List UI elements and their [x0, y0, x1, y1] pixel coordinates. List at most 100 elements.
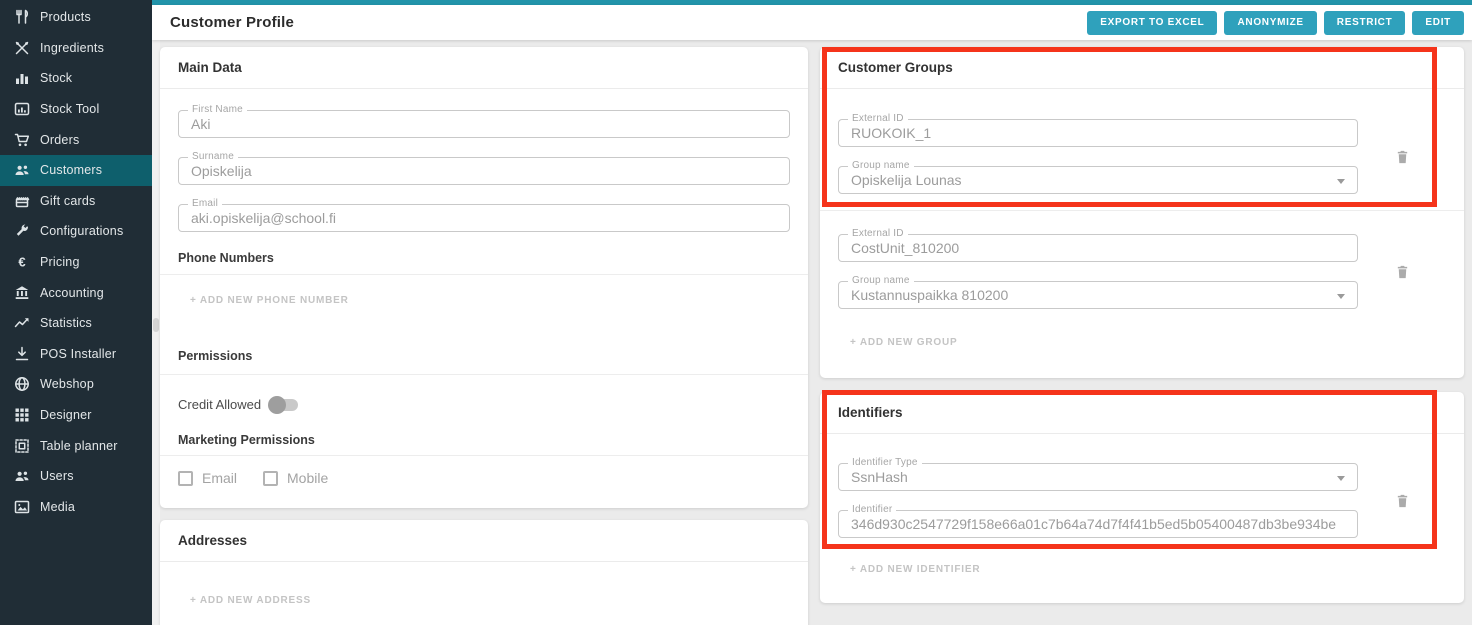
sidebar-item-pricing[interactable]: €Pricing: [0, 247, 152, 278]
field-label: Identifier Type: [848, 457, 922, 468]
external-id-field[interactable]: External ID RUOKOIK_1: [838, 119, 1358, 147]
add-address-link[interactable]: + ADD NEW ADDRESS: [190, 595, 311, 606]
field-label: External ID: [848, 228, 908, 239]
sidebar-item-customers[interactable]: Customers: [0, 155, 152, 186]
group-name-select[interactable]: Group name Kustannuspaikka 810200: [838, 281, 1358, 309]
euro-icon: €: [13, 254, 30, 271]
field-label: Group name: [848, 275, 914, 286]
globe-icon: [13, 376, 30, 393]
trash-icon: [1395, 493, 1410, 509]
identifier-field[interactable]: Identifier 346d930c2547729f158e66a01c7b6…: [838, 510, 1358, 538]
delete-group-button[interactable]: [1391, 260, 1414, 284]
addresses-card: Addresses + ADD NEW ADDRESS: [160, 520, 808, 625]
marketing-mobile-checkbox[interactable]: Mobile: [263, 470, 328, 486]
main-data-card: Main Data First Name Aki Surname Opiskel…: [160, 47, 808, 508]
download-icon: [13, 345, 30, 362]
sidebar-item-ingredients[interactable]: Ingredients: [0, 33, 152, 64]
trend-icon: [13, 315, 30, 332]
vertical-scrollbar[interactable]: [152, 40, 160, 625]
add-phone-number-link[interactable]: + ADD NEW PHONE NUMBER: [190, 295, 349, 306]
field-value: Opiskelija: [179, 158, 789, 184]
field-label: Group name: [848, 160, 914, 171]
trash-icon: [1395, 149, 1410, 165]
trash-icon: [1395, 264, 1410, 280]
people-icon: [13, 468, 30, 485]
card-title: Identifiers: [820, 392, 1464, 434]
wrench-icon: [13, 223, 30, 240]
sidebar: Products Ingredients Stock Stock Tool Or…: [0, 0, 152, 625]
chevron-down-icon: [1337, 476, 1345, 481]
card-title: Main Data: [160, 47, 808, 89]
image-icon: [13, 498, 30, 515]
card-title: Customer Groups: [820, 47, 1464, 89]
crossed-utensils-icon: [13, 39, 30, 56]
grid-icon: [13, 407, 30, 424]
delete-identifier-button[interactable]: [1391, 489, 1414, 513]
chevron-down-icon: [1337, 294, 1345, 299]
phone-numbers-heading: Phone Numbers: [178, 251, 790, 274]
sidebar-item-table-planner[interactable]: Table planner: [0, 430, 152, 461]
checkbox-icon: [263, 471, 278, 486]
field-label: Email: [188, 198, 222, 209]
cart-icon: [13, 131, 30, 148]
field-value: Opiskelija Lounas: [839, 167, 1357, 193]
email-field[interactable]: Email aki.opiskelija@school.fi: [178, 204, 790, 232]
identifiers-card: Identifiers Identifier Type SsnHash Iden…: [820, 392, 1464, 603]
marketing-permissions-heading: Marketing Permissions: [178, 433, 790, 455]
add-group-link[interactable]: + ADD NEW GROUP: [850, 337, 957, 348]
identifier-row: Identifier Type SsnHash Identifier 346d9…: [820, 434, 1464, 538]
field-label: Surname: [188, 151, 238, 162]
content-area: Main Data First Name Aki Surname Opiskel…: [152, 40, 1472, 625]
field-value: 346d930c2547729f158e66a01c7b64a74d7f4f41…: [839, 511, 1357, 537]
sidebar-item-pos-installer[interactable]: POS Installer: [0, 339, 152, 370]
field-label: External ID: [848, 113, 908, 124]
export-to-excel-button[interactable]: EXPORT TO EXCEL: [1087, 11, 1217, 35]
scrollbar-thumb[interactable]: [153, 318, 159, 332]
checkbox-icon: [178, 471, 193, 486]
field-label: Identifier: [848, 504, 896, 515]
permissions-heading: Permissions: [178, 349, 790, 374]
field-value: CostUnit_810200: [839, 235, 1357, 261]
sidebar-item-accounting[interactable]: Accounting: [0, 277, 152, 308]
sidebar-item-designer[interactable]: Designer: [0, 400, 152, 431]
sidebar-item-users[interactable]: Users: [0, 461, 152, 492]
boxed-chart-icon: [13, 101, 30, 118]
sidebar-item-gift-cards[interactable]: Gift cards: [0, 186, 152, 217]
sidebar-item-stock-tool[interactable]: Stock Tool: [0, 94, 152, 125]
sidebar-item-stock[interactable]: Stock: [0, 63, 152, 94]
card-title: Addresses: [160, 520, 808, 562]
sidebar-item-media[interactable]: Media: [0, 492, 152, 523]
divider: [160, 374, 808, 375]
surname-field[interactable]: Surname Opiskelija: [178, 157, 790, 185]
sidebar-item-statistics[interactable]: Statistics: [0, 308, 152, 339]
edit-button[interactable]: EDIT: [1412, 11, 1464, 35]
page-header: Customer Profile EXPORT TO EXCEL ANONYMI…: [152, 5, 1472, 40]
utensils-icon: [13, 9, 30, 26]
customer-groups-card: Customer Groups External ID RUOKOIK_1 Gr…: [820, 47, 1464, 378]
group-name-select[interactable]: Group name Opiskelija Lounas: [838, 166, 1358, 194]
delete-group-button[interactable]: [1391, 145, 1414, 169]
external-id-field[interactable]: External ID CostUnit_810200: [838, 234, 1358, 262]
credit-allowed-toggle[interactable]: [270, 399, 298, 411]
people-icon: [13, 162, 30, 179]
customer-group-row: External ID CostUnit_810200 Group name K…: [820, 211, 1464, 309]
sidebar-item-products[interactable]: Products: [0, 2, 152, 33]
sidebar-item-webshop[interactable]: Webshop: [0, 369, 152, 400]
svg-text:€: €: [18, 255, 25, 270]
sidebar-item-orders[interactable]: Orders: [0, 124, 152, 155]
chevron-down-icon: [1337, 179, 1345, 184]
anonymize-button[interactable]: ANONYMIZE: [1224, 11, 1316, 35]
field-label: First Name: [188, 104, 247, 115]
field-value: Kustannuspaikka 810200: [839, 282, 1357, 308]
identifier-type-select[interactable]: Identifier Type SsnHash: [838, 463, 1358, 491]
field-value: RUOKOIK_1: [839, 120, 1357, 146]
first-name-field[interactable]: First Name Aki: [178, 110, 790, 138]
sidebar-item-configurations[interactable]: Configurations: [0, 216, 152, 247]
restrict-button[interactable]: RESTRICT: [1324, 11, 1406, 35]
header-actions: EXPORT TO EXCEL ANONYMIZE RESTRICT EDIT: [1087, 11, 1464, 35]
divider: [160, 455, 808, 456]
marketing-email-checkbox[interactable]: Email: [178, 470, 237, 486]
toggle-knob-icon: [268, 396, 286, 414]
bar-chart-icon: [13, 70, 30, 87]
add-identifier-link[interactable]: + ADD NEW IDENTIFIER: [850, 564, 980, 575]
